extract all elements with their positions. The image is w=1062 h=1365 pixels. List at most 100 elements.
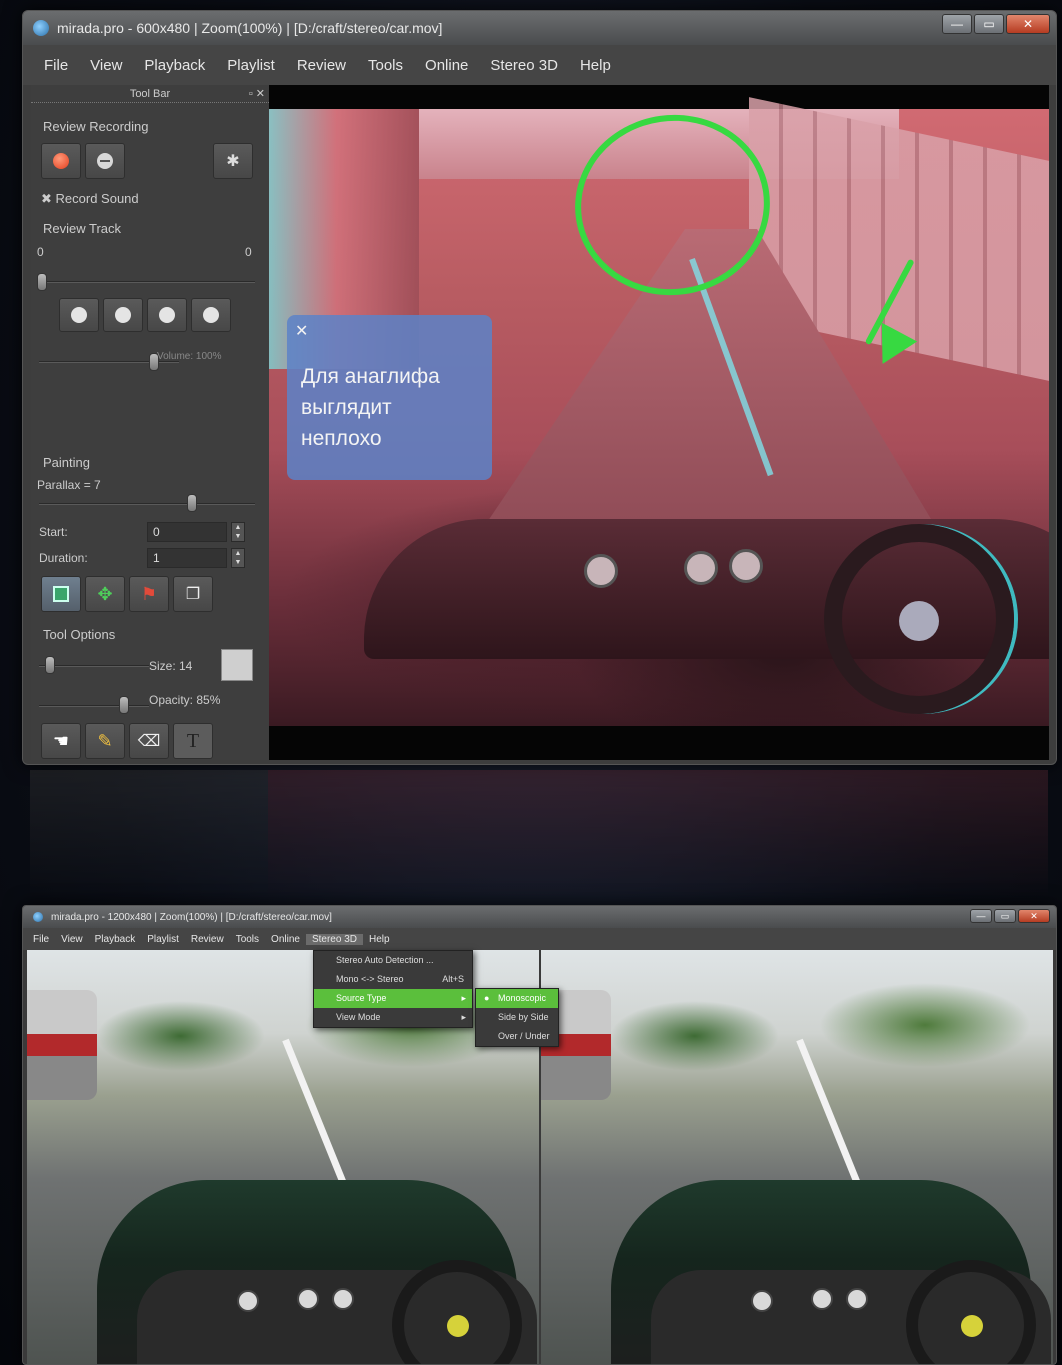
right-eye-frame-image [541,950,1053,1364]
menu-playlist-2[interactable]: Playlist [141,934,185,945]
maximize-button[interactable]: ▭ [974,14,1004,34]
menu-online-2[interactable]: Online [265,934,306,945]
menu-file[interactable]: File [33,57,79,74]
pin-button[interactable]: ✱ [213,143,253,179]
menu-playback-2[interactable]: Playback [89,934,142,945]
menu-stereo-3d-2[interactable]: Stereo 3D [305,933,363,945]
app-logo-icon [33,912,43,922]
text-tool-button[interactable]: T [173,723,213,759]
paint-expand-button[interactable]: ✥ [85,576,125,612]
duration-input[interactable]: 1 [147,548,227,568]
radio-selected-icon: ● [484,993,490,1003]
eraser-icon: ⌫ [137,733,161,750]
record-sound-label: Record Sound [55,191,139,206]
frame-icon [53,586,69,602]
app-window-side-by-side: mirada.pro - 1200x480 | Zoom(100%) | [D:… [22,905,1057,1365]
menu-tools[interactable]: Tools [357,57,414,74]
parallax-slider[interactable] [39,503,255,505]
menu-help[interactable]: Help [569,57,622,74]
size-label: Size: 14 [149,659,193,673]
start-spinner[interactable]: ▲ ▼ [231,522,245,542]
opacity-slider-handle[interactable] [119,696,129,714]
pencil-icon: ✎ [97,730,113,751]
minimize-button-2[interactable]: — [970,909,992,923]
forward-button[interactable] [191,298,231,332]
app-logo-icon [33,20,49,36]
video-viewport[interactable]: ✕ Для анаглифа выглядит неплохо [269,85,1049,760]
menu-monoscopic[interactable]: ● Monoscopic [476,989,558,1008]
window-reflection [22,770,1057,900]
menu-over-under[interactable]: Over / Under [476,1027,558,1046]
tool-options-label: Tool Options [43,627,116,642]
stop-icon [97,153,113,169]
menu-source-type[interactable]: Source Type ▸ [314,989,472,1008]
duration-spinner[interactable]: ▲ ▼ [231,548,245,568]
menu-view-mode[interactable]: View Mode ▸ [314,1008,472,1027]
tool-bar-header[interactable]: Tool Bar ▫ ✕ [31,85,269,103]
painting-label: Painting [43,455,90,470]
record-button[interactable] [41,143,81,179]
rewind-button[interactable] [59,298,99,332]
volume-label: Volume: 100% [157,351,222,362]
menu-help-2[interactable]: Help [363,934,396,945]
maximize-button-2[interactable]: ▭ [994,909,1016,923]
color-swatch[interactable] [221,649,253,681]
stop-record-button[interactable] [85,143,125,179]
source-type-submenu: ● Monoscopic Side by Side Over / Under [475,988,559,1047]
menu-review-2[interactable]: Review [185,934,230,945]
menu-review[interactable]: Review [286,57,357,74]
start-label: Start: [39,525,68,539]
annotation-close-icon[interactable]: ✕ [295,321,308,341]
pause-icon [159,307,175,323]
track-slider[interactable] [39,281,255,283]
menu-playlist[interactable]: Playlist [216,57,286,74]
paint-frame-button[interactable] [41,576,81,612]
start-input[interactable]: 0 [147,522,227,542]
menu-tools-2[interactable]: Tools [230,934,265,945]
size-slider-handle[interactable] [45,656,55,674]
menu-stereo-3d[interactable]: Stereo 3D [479,57,569,74]
hand-tool-button[interactable]: ☚ [41,723,81,759]
record-sound-checkbox[interactable]: ✖ Record Sound [41,191,139,207]
panel-close-icon[interactable]: ▫ ✕ [249,87,265,100]
menu-view[interactable]: View [79,57,133,74]
record-icon [53,153,69,169]
track-slider-handle[interactable] [37,273,47,291]
tool-panel: Tool Bar ▫ ✕ Review Recording ✱ ✖ Record… [31,85,269,760]
menu-mono-stereo[interactable]: Mono <-> Stereo Alt+S [314,970,472,989]
hand-icon: ☚ [52,730,70,751]
title-bar-2: mirada.pro - 1200x480 | Zoom(100%) | [D:… [23,906,1056,928]
shortcut-label: Alt+S [442,974,464,984]
parallax-slider-handle[interactable] [187,494,197,512]
submenu-arrow-icon: ▸ [461,1012,466,1022]
menu-view-2[interactable]: View [55,934,89,945]
pencil-tool-button[interactable]: ✎ [85,723,125,759]
annotation-text: Для анаглифа выглядит неплохо [301,365,440,450]
parallax-label: Parallax = 7 [37,478,101,492]
minimize-button[interactable]: — [942,14,972,34]
eraser-tool-button[interactable]: ⌫ [129,723,169,759]
submenu-arrow-icon: ▸ [461,993,466,1003]
play-icon [115,307,131,323]
annotation-note[interactable]: ✕ Для анаглифа выглядит неплохо [287,315,492,480]
forward-icon [203,307,219,323]
close-button-2[interactable]: ✕ [1018,909,1050,923]
menu-stereo-auto-detection[interactable]: Stereo Auto Detection ... [314,951,472,970]
app-window-anaglyph: mirada.pro - 600x480 | Zoom(100%) | [D:/… [22,10,1057,765]
size-slider[interactable] [39,665,149,667]
paint-copy-button[interactable]: ❐ [173,576,213,612]
window-title: mirada.pro - 600x480 | Zoom(100%) | [D:/… [57,20,443,36]
menu-playback[interactable]: Playback [133,57,216,74]
text-tool-icon: T [186,729,200,752]
opacity-slider[interactable] [39,705,149,707]
menu-online[interactable]: Online [414,57,479,74]
menu-file-2[interactable]: File [27,934,55,945]
close-button[interactable]: ✕ [1006,14,1050,34]
review-track-label: Review Track [43,221,122,236]
pause-button[interactable] [147,298,187,332]
menu-bar-2: File View Playback Playlist Review Tools… [23,928,1056,950]
menu-side-by-side[interactable]: Side by Side [476,1008,558,1027]
paint-clear-button[interactable]: ⚑ [129,576,169,612]
copy-icon: ❐ [185,586,201,603]
play-button[interactable] [103,298,143,332]
